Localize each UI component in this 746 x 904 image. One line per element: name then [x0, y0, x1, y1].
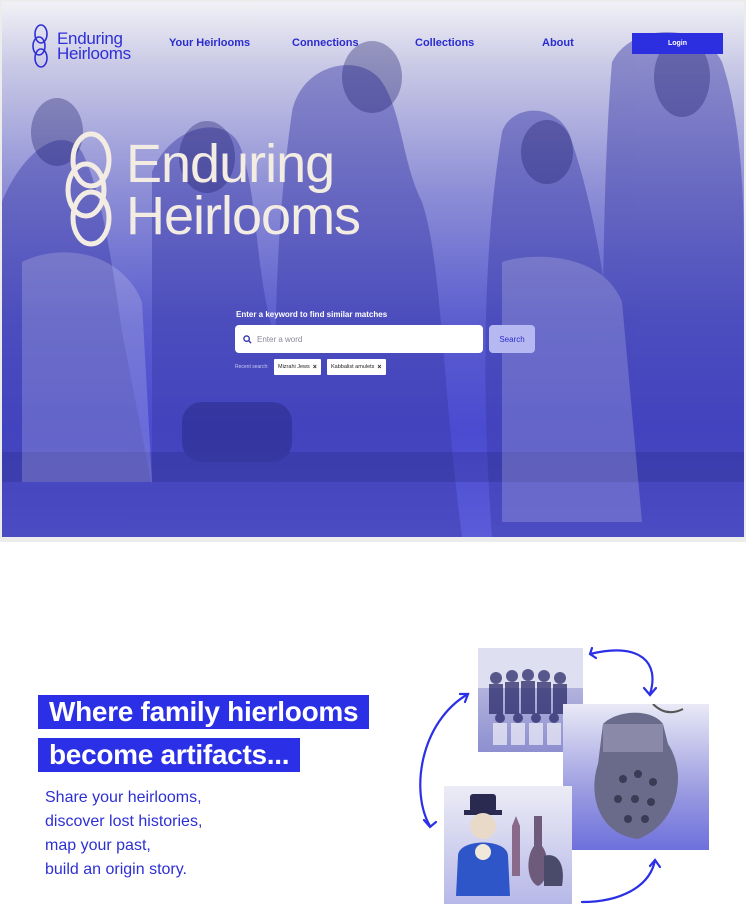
nav-collections[interactable]: Collections: [415, 37, 474, 49]
figurine-photo[interactable]: [444, 786, 572, 904]
tagline-line: build an origin story.: [45, 861, 187, 878]
search-label: Enter a keyword to find similar matches: [236, 310, 388, 319]
intro-section: Where family hierlooms become artifacts.…: [0, 542, 746, 904]
search-icon: [243, 334, 252, 344]
tagline-line: Share your heirlooms,: [45, 789, 202, 806]
close-icon[interactable]: ×: [313, 364, 317, 371]
chip-label: Mizrahi Jews: [278, 364, 310, 370]
nav-your-heirlooms[interactable]: Your Heirlooms: [169, 37, 250, 49]
headline-line2: become artifacts...: [38, 738, 301, 772]
hero-title: Enduring Heirlooms: [58, 130, 458, 250]
chip-label: Kabbalist amulets: [331, 364, 375, 370]
page: Enduring Heirlooms Your Heirlooms Connec…: [0, 0, 746, 904]
rings-logo-large-icon: [65, 131, 112, 247]
headline-line1: Where family hierlooms: [38, 695, 370, 729]
tagline-line: map your past,: [45, 837, 151, 854]
hero-title-line2: Heirlooms: [126, 186, 361, 246]
brand-name: Enduring Heirlooms: [57, 30, 131, 63]
nav-about[interactable]: About: [542, 37, 574, 49]
close-icon[interactable]: ×: [377, 364, 381, 371]
brand-line2: Heirlooms: [57, 44, 131, 63]
brand-logo[interactable]: Enduring Heirlooms: [29, 22, 131, 70]
amulet-photo[interactable]: [563, 704, 709, 850]
search-field[interactable]: [235, 325, 483, 353]
hero-background-photo: [2, 32, 744, 537]
recent-search-chip[interactable]: Kabbalist amulets ×: [327, 359, 386, 375]
search-input[interactable]: [257, 334, 467, 344]
hero-title-line1: Enduring: [126, 134, 335, 194]
figurine-photo-image: [456, 794, 563, 896]
search-button[interactable]: Search: [489, 325, 535, 353]
login-button[interactable]: Login: [632, 33, 723, 54]
recent-search-chip[interactable]: Mizrahi Jews ×: [274, 359, 321, 375]
amulet-photo-image: [594, 704, 684, 839]
recent-search-label: Recent search:: [235, 364, 269, 370]
rings-logo-icon: [32, 24, 48, 68]
tagline-line: discover lost histories,: [45, 813, 203, 830]
nav-connections[interactable]: Connections: [292, 37, 359, 49]
hero-section: Enduring Heirlooms Your Heirlooms Connec…: [2, 2, 744, 537]
